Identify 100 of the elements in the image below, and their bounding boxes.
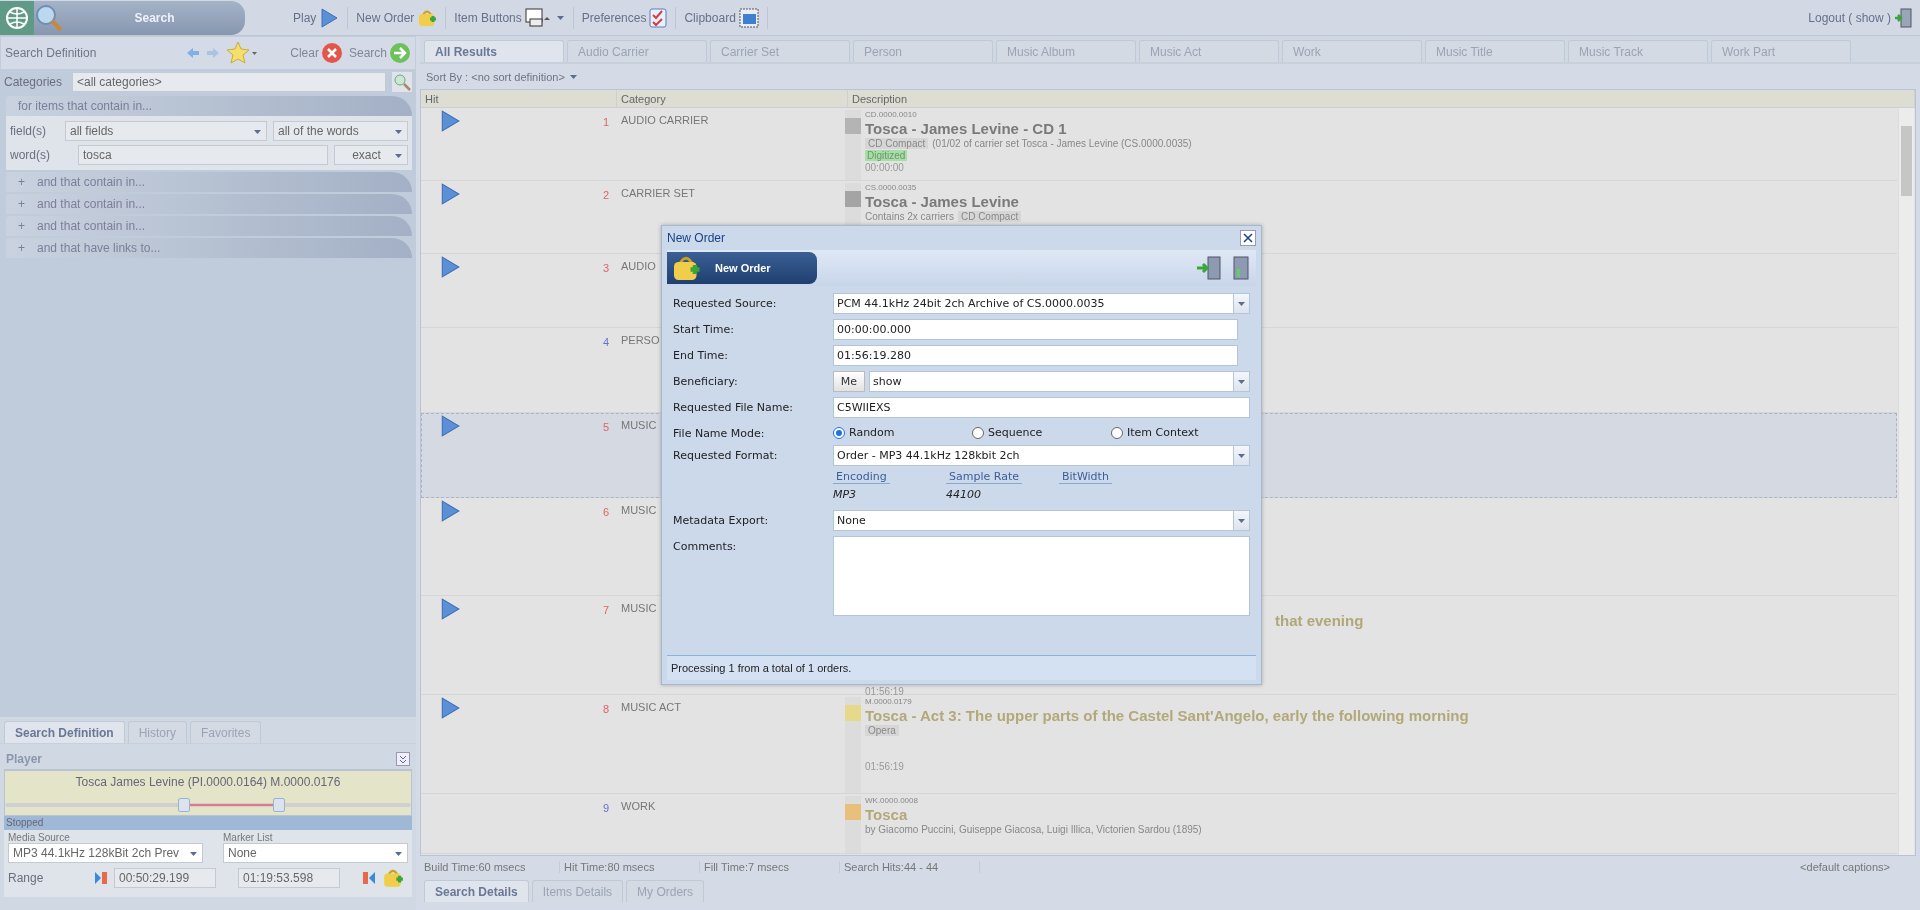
sort-dropdown[interactable]: Sort By : <no sort definition> <box>426 70 565 83</box>
category-text: PERSO <box>621 334 660 346</box>
favorites-button[interactable] <box>226 41 259 65</box>
range-end-field[interactable]: 01:19:53.598 <box>238 868 340 888</box>
item-title[interactable]: that evening <box>1275 612 1364 629</box>
zoom-in-button[interactable] <box>392 72 412 92</box>
match-select[interactable]: all of the words <box>273 121 408 141</box>
select-field[interactable]: None <box>833 510 1250 531</box>
result-tab[interactable]: Carrier Set <box>710 40 850 62</box>
collapsed-section[interactable]: + and that contain in... <box>6 216 412 236</box>
item-title[interactable]: Tosca - Act 3: The upper parts of the Castel Sant'Angelo, early the following morning <box>865 707 1469 724</box>
field-label: Categories <box>4 75 64 89</box>
select-field[interactable]: PCM 44.1kHz 24bit 2ch Archive of CS.0000.0035 <box>833 293 1250 314</box>
media-source-select[interactable]: MP3 44.1kHz 128kBit 2ch Prev <box>8 843 203 863</box>
details-tab[interactable]: My Orders <box>626 880 705 902</box>
select-field[interactable]: Order - MP3 44.1kHz 128kbit 2ch <box>833 445 1250 466</box>
panel-tab[interactable]: Search Definition <box>4 721 125 743</box>
input-field[interactable]: C5WIIEXS <box>833 397 1250 418</box>
select-field[interactable]: show <box>869 371 1250 392</box>
item-title[interactable]: Tosca <box>865 806 1202 823</box>
result-tab[interactable]: Music Album <box>996 40 1136 62</box>
result-tab[interactable]: Music Track <box>1568 40 1708 62</box>
slider-handle[interactable] <box>178 798 191 812</box>
column-link[interactable]: Encoding <box>833 470 890 484</box>
collapsed-section[interactable]: + and that have links to... <box>6 238 412 258</box>
caret-icon <box>1237 516 1246 525</box>
item-id: M.0000.0179 <box>865 697 913 706</box>
bag-add-icon <box>382 867 404 889</box>
marker-list-select[interactable]: None <box>223 843 408 863</box>
item-subtitle: (01/02 of carrier set Tosca - James Levine (CS.0000.0035) <box>932 138 1192 149</box>
mark-in-icon[interactable] <box>94 871 108 885</box>
close-button[interactable] <box>1240 230 1256 246</box>
expand-icon[interactable]: + <box>18 219 25 233</box>
toolbar-button[interactable]: Item Buttons <box>446 6 574 29</box>
clipboard-icon <box>738 7 759 28</box>
search-button[interactable]: Search <box>348 42 411 64</box>
toolbar-button[interactable]: New Order <box>348 6 447 29</box>
caret-icon <box>568 72 578 81</box>
logout-button[interactable]: Logout ( show ) <box>1800 6 1920 29</box>
radio-option[interactable]: Random <box>833 426 972 439</box>
form-label: Requested File Name: <box>673 400 794 414</box>
collapse-icon[interactable] <box>396 751 410 766</box>
new-order-button[interactable]: New Order <box>667 252 817 284</box>
me-button[interactable]: Me <box>833 371 865 392</box>
dialog-title: New Order <box>667 231 725 245</box>
fields-select[interactable]: all fields <box>65 121 267 141</box>
clear-button[interactable]: Clear <box>290 42 343 64</box>
mode-select[interactable]: exact <box>334 145 408 165</box>
enter-door-icon[interactable] <box>1196 255 1222 281</box>
duration-text: 01:56:19 <box>865 686 904 697</box>
range-slider[interactable] <box>5 797 411 813</box>
hit-number: 5 <box>602 421 609 433</box>
result-tab[interactable]: Music Act <box>1139 40 1279 62</box>
back-arrow-icon[interactable] <box>186 47 201 59</box>
radio-option[interactable]: Sequence <box>972 426 1111 439</box>
details-tab[interactable]: Search Details <box>424 880 529 902</box>
panel-tab[interactable]: Favorites <box>190 721 262 743</box>
result-row[interactable]: 8 MUSIC ACT M.0000.0179 Tosca - Act 3: The upper parts of the Castel Sant'Angelo, early the following morning Opera 01:56:19 <box>421 695 1897 794</box>
captions-dropdown[interactable]: <default captions> <box>1800 861 1920 873</box>
details-tab[interactable]: Items Details <box>531 880 624 902</box>
scrollbar-thumb[interactable] <box>1901 126 1912 196</box>
expand-icon[interactable]: + <box>18 241 25 255</box>
input-field[interactable]: 01:56:19.280 <box>833 345 1238 366</box>
range-start-field[interactable]: 00:50:29.199 <box>114 868 216 888</box>
category-text: MUSIC <box>621 504 657 516</box>
input-field[interactable]: 00:00:00.000 <box>833 319 1238 340</box>
result-tab[interactable]: Person <box>853 40 993 62</box>
result-tab[interactable]: Audio Carrier <box>567 40 707 62</box>
result-tab[interactable]: Work Part <box>1711 40 1851 62</box>
hit-number: 1 <box>602 116 609 128</box>
panel-tab[interactable]: History <box>127 721 188 743</box>
result-tab[interactable]: All Results <box>424 40 564 62</box>
collapsed-section[interactable]: + and that contain in... <box>6 194 412 214</box>
item-title[interactable]: Tosca - James Levine <box>865 193 1022 210</box>
door-icon[interactable] <box>1232 255 1250 281</box>
column-link[interactable]: Sample Rate <box>946 470 1022 484</box>
categories-field[interactable]: <all categories> <box>72 72 386 92</box>
comments-field[interactable] <box>833 536 1250 616</box>
hit-number: 8 <box>602 703 609 715</box>
item-title[interactable]: Tosca - James Levine - CD 1 <box>865 120 1192 137</box>
slider-handle[interactable] <box>272 798 285 812</box>
collapsed-section[interactable]: + and that contain in... <box>6 172 412 192</box>
mark-out-icon[interactable] <box>362 871 376 885</box>
toolbar-button[interactable]: Play <box>285 6 349 29</box>
result-row[interactable]: 9 WORK WK.0000.0008 Tosca by Giacomo Puccini, Guiseppe Giacosa, Luigi Illica, Victorien Sardou (1895) <box>421 794 1897 854</box>
radio-option[interactable]: Item Context <box>1111 426 1250 439</box>
item-id: WK.0000.0008 <box>865 796 919 805</box>
forward-arrow-icon[interactable] <box>206 47 221 59</box>
toolbar-button[interactable]: Preferences <box>573 6 677 29</box>
play-icon <box>439 415 461 437</box>
toolbar-button[interactable]: Clipboard <box>676 6 768 29</box>
section-header: for items that contain in... <box>18 99 153 113</box>
words-field[interactable]: tosca <box>78 145 328 165</box>
column-link[interactable]: BitWidth <box>1059 470 1112 484</box>
result-tab[interactable]: Music Title <box>1425 40 1565 62</box>
result-tab[interactable]: Work <box>1282 40 1422 62</box>
result-row[interactable]: 1 AUDIO CARRIER CD.0000.0010 Tosca - James Levine - CD 1 CD Compact (01/02 of carrier set Tosca - James Levine (CS.0000.0035) Digitized 00:00:00 <box>421 108 1897 181</box>
form-label: Comments: <box>673 539 738 553</box>
expand-icon[interactable]: + <box>18 197 25 211</box>
expand-icon[interactable]: + <box>18 175 25 189</box>
